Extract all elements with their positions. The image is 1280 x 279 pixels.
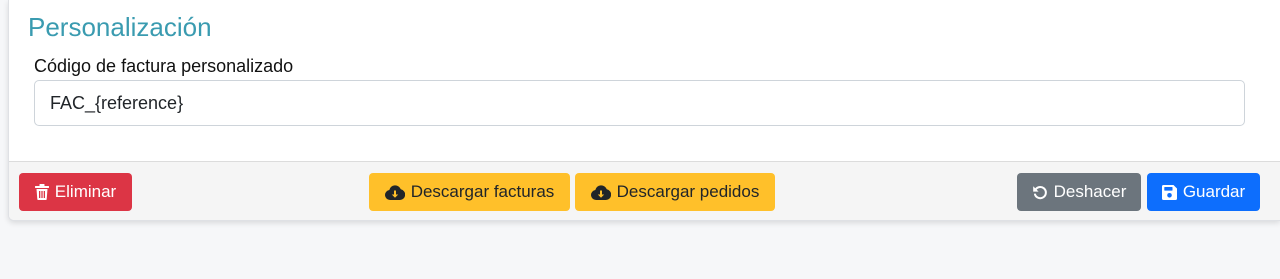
undo-button-label: Deshacer: [1053, 182, 1127, 201]
settings-card: Personalización Código de factura person…: [8, 0, 1280, 221]
undo-icon: [1032, 184, 1048, 200]
floppy-disk-icon: [1161, 184, 1177, 200]
cloud-download-icon: [384, 184, 405, 200]
undo-button[interactable]: Deshacer: [1017, 173, 1141, 211]
download-invoices-label: Descargar facturas: [410, 182, 555, 201]
save-button-label: Guardar: [1182, 182, 1246, 201]
cloud-download-icon: [590, 184, 611, 200]
section-title: Personalización: [28, 12, 212, 42]
card-body: Personalización Código de factura person…: [9, 0, 1280, 161]
delete-button[interactable]: Eliminar: [19, 173, 132, 211]
download-orders-label: Descargar pedidos: [616, 182, 760, 201]
invoice-code-label: Código de factura personalizado: [34, 56, 294, 76]
delete-button-label: Eliminar: [54, 182, 117, 201]
trash-icon: [34, 184, 49, 200]
invoice-code-input[interactable]: [34, 80, 1245, 126]
card-footer: Eliminar Descargar facturas Descargar pe…: [9, 161, 1280, 220]
download-orders-button[interactable]: Descargar pedidos: [575, 173, 775, 211]
download-invoices-button[interactable]: Descargar facturas: [369, 173, 570, 211]
save-button[interactable]: Guardar: [1147, 173, 1260, 211]
